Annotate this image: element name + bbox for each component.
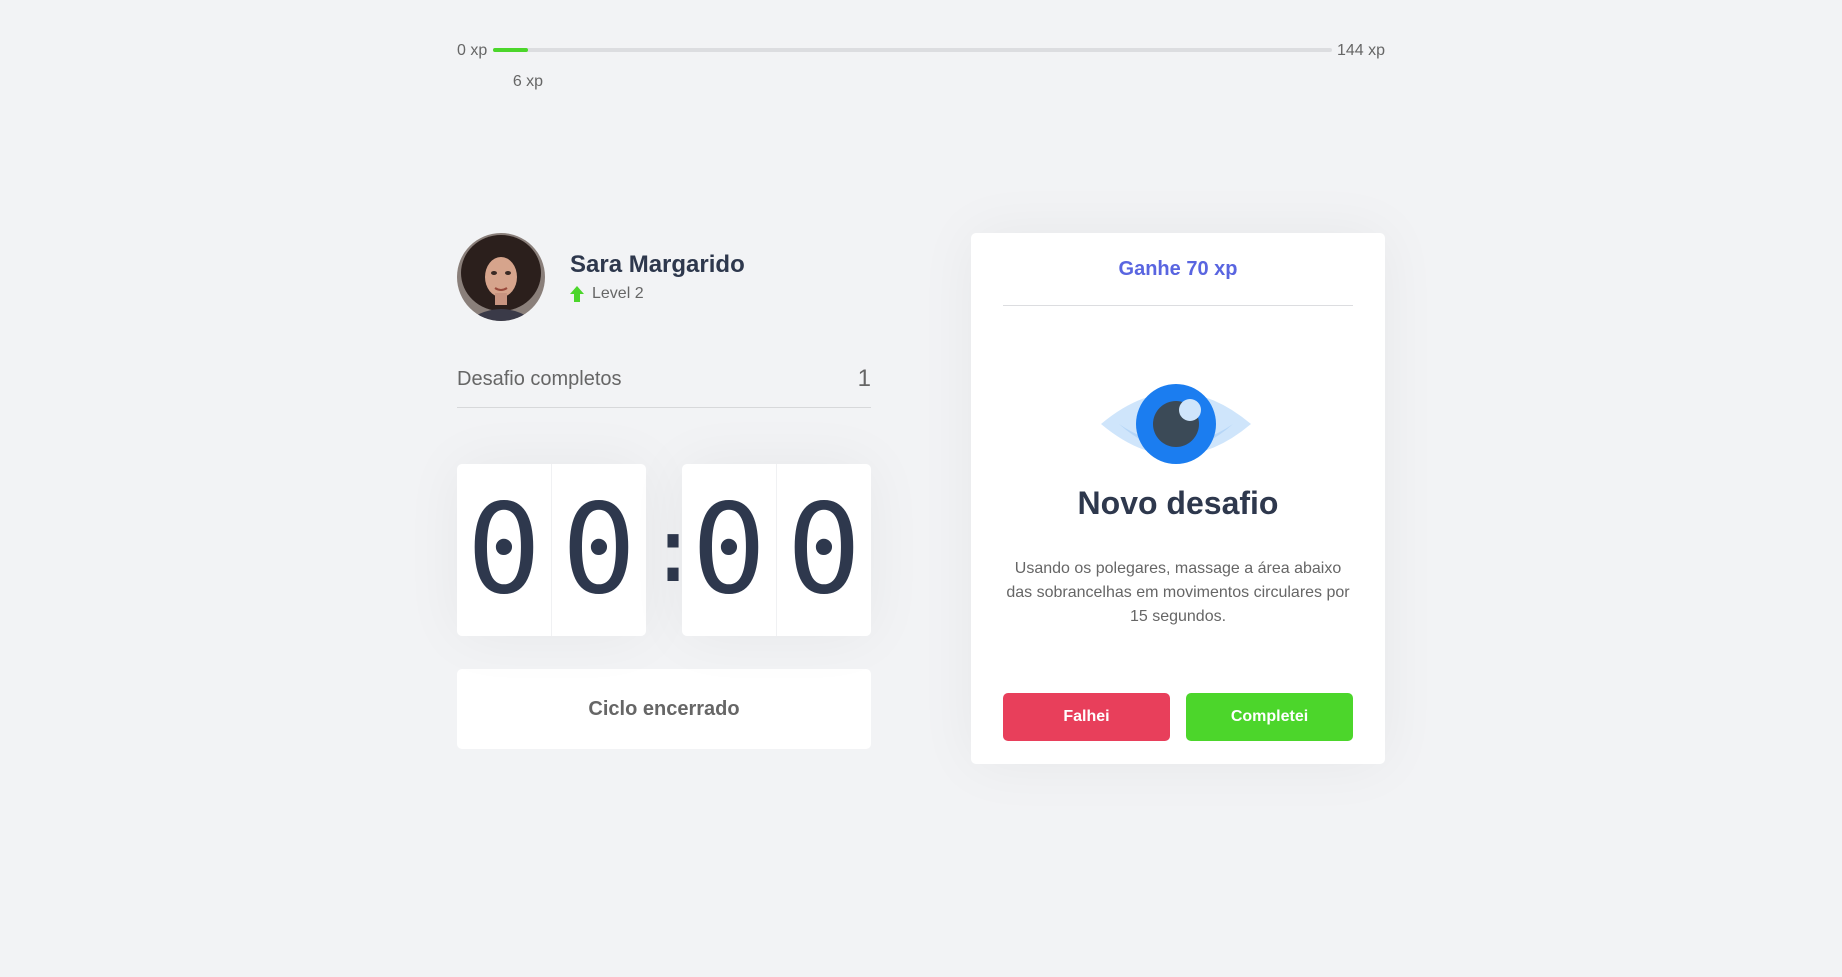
completed-challenges-count: 1: [857, 365, 871, 392]
avatar: [457, 233, 545, 321]
second-digit-left: 0: [691, 478, 767, 622]
profile-level-label: Level 2: [592, 285, 644, 302]
completed-challenges: Desafio completos 1: [457, 365, 871, 408]
countdown-separator: :: [646, 497, 701, 603]
countdown-minutes: 0 0: [457, 464, 646, 636]
challenge-card: Ganhe 70 xp Novo desafio Usando os poleg…: [971, 233, 1385, 764]
challenge-actions: Falhei Completei: [1003, 693, 1353, 741]
eye-icon: [1099, 383, 1253, 465]
experience-bar: 0 xp 6 xp 144 xp: [457, 36, 1385, 90]
minute-digit-right: 0: [551, 464, 646, 636]
xp-progress-fill: [493, 48, 528, 52]
profile-level: Level 2: [570, 285, 745, 303]
xp-max-label: 144 xp: [1336, 42, 1385, 59]
failed-button[interactable]: Falhei: [1003, 693, 1170, 741]
level-up-arrow-icon: [570, 286, 584, 302]
second-digit-right: 0: [776, 464, 871, 636]
left-column: Sara Margarido Level 2 Desafio completos…: [457, 233, 871, 749]
challenge-reward: Ganhe 70 xp: [1003, 233, 1353, 306]
completed-button[interactable]: Completei: [1186, 693, 1353, 741]
xp-min-label: 0 xp: [457, 42, 488, 59]
countdown-seconds: 0 0: [682, 464, 871, 636]
profile-name: Sara Margarido: [570, 251, 745, 278]
profile: Sara Margarido Level 2: [457, 233, 871, 321]
xp-track: 6 xp: [493, 48, 1332, 90]
completed-challenges-label: Desafio completos: [457, 367, 622, 390]
minute-digit-left: 0: [466, 478, 542, 622]
challenge-title: Novo desafio: [1077, 485, 1279, 521]
xp-current-label: 6 xp: [512, 73, 544, 90]
challenge-description: Usando os polegares, massage a área abai…: [1006, 560, 1350, 625]
cycle-ended-button[interactable]: Ciclo encerrado: [457, 669, 871, 749]
countdown: 0 0 : 0 0: [457, 464, 871, 636]
